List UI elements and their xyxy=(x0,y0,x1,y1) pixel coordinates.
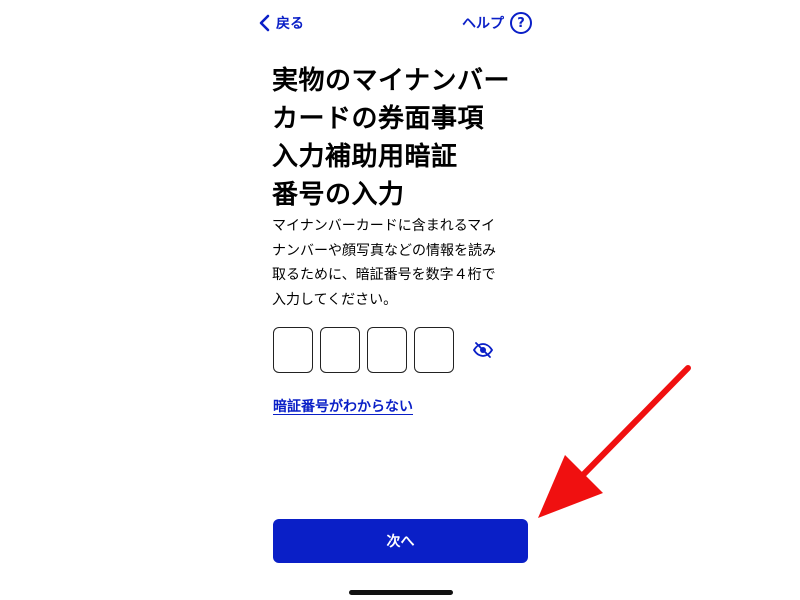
instruction-text: マイナンバーカードに含まれるマイ ナンバーや顔写真などの情報を読み 取るために、… xyxy=(272,214,534,312)
pin-digit-1-input[interactable] xyxy=(273,327,313,373)
title-line: 番号の入力 xyxy=(272,180,405,210)
title-line: 入力補助用暗証 xyxy=(272,142,458,172)
title-line: 実物のマイナンバー xyxy=(272,66,510,96)
pin-digit-3-input[interactable] xyxy=(367,327,407,373)
chevron-left-icon xyxy=(259,14,270,32)
instruction-line: ナンバーや顔写真などの情報を読み xyxy=(272,242,496,259)
help-label: ヘルプ xyxy=(462,16,504,32)
toggle-visibility-button[interactable] xyxy=(472,341,494,359)
question-circle-icon: ? xyxy=(510,12,532,34)
page-title: 実物のマイナンバー カードの券面事項 入力補助用暗証 番号の入力 xyxy=(272,62,542,214)
instruction-line: マイナンバーカードに含まれるマイ xyxy=(272,218,496,234)
pin-digit-2-input[interactable] xyxy=(320,327,360,373)
help-button[interactable]: ヘルプ ? xyxy=(462,10,532,36)
home-indicator xyxy=(349,590,453,595)
pin-digit-4-input[interactable] xyxy=(414,327,454,373)
next-button-label: 次へ xyxy=(386,534,415,550)
instruction-line: 取るために、暗証番号を数字４桁で xyxy=(272,267,496,283)
back-button[interactable]: 戻る xyxy=(258,10,304,36)
next-button[interactable]: 次へ xyxy=(273,519,528,563)
title-line: カードの券面事項 xyxy=(272,104,485,134)
pin-input-group xyxy=(273,327,454,373)
forgot-pin-link[interactable]: 暗証番号がわからない xyxy=(273,396,413,416)
back-label: 戻る xyxy=(276,16,304,32)
instruction-line: 入力してください。 xyxy=(272,291,398,308)
eye-slash-icon xyxy=(472,342,494,358)
